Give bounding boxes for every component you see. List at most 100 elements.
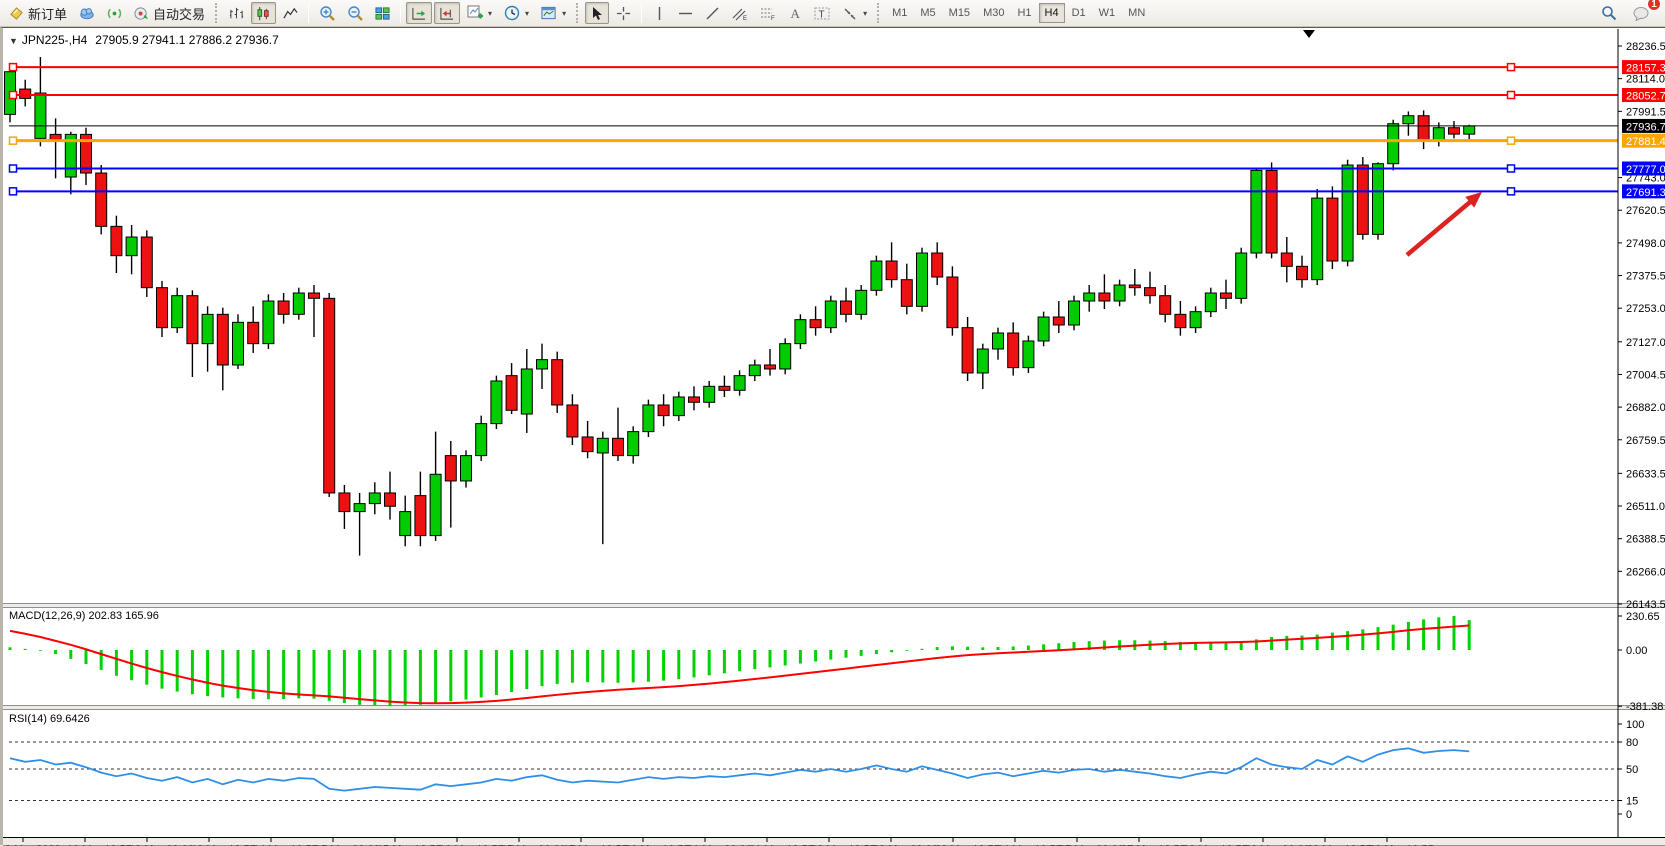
candle-bearish[interactable]	[1099, 293, 1110, 301]
candle-bullish[interactable]	[1373, 164, 1384, 235]
candle-bearish[interactable]	[50, 134, 61, 139]
candle-bullish[interactable]	[521, 369, 532, 414]
tile-windows-button[interactable]	[370, 2, 395, 24]
candle-bullish[interactable]	[1342, 165, 1353, 261]
line-anchor[interactable]	[1508, 165, 1515, 172]
candle-bullish[interactable]	[461, 456, 472, 481]
signals-button[interactable]	[102, 2, 127, 24]
text-tool[interactable]: A	[783, 2, 807, 24]
candle-bullish[interactable]	[628, 432, 639, 456]
candle-bullish[interactable]	[263, 301, 274, 344]
chart-canvas[interactable]: 28236.528114.027991.527743.027620.527498…	[3, 28, 1665, 846]
autotrading-button[interactable]: 自动交易	[129, 2, 210, 24]
candle-bearish[interactable]	[1297, 266, 1308, 279]
candle-bullish[interactable]	[1236, 253, 1247, 298]
candle-bullish[interactable]	[856, 290, 867, 314]
templates-button[interactable]: ▾	[536, 2, 571, 24]
candle-bullish[interactable]	[993, 333, 1004, 349]
candle-bullish[interactable]	[537, 360, 548, 369]
candle-bearish[interactable]	[1008, 333, 1019, 368]
candle-bullish[interactable]	[476, 424, 487, 456]
candle-bearish[interactable]	[20, 89, 31, 98]
line-anchor[interactable]	[10, 188, 17, 195]
candle-bearish[interactable]	[947, 277, 958, 328]
horizontal-line-tool[interactable]	[673, 2, 698, 24]
candle-bearish[interactable]	[1175, 314, 1186, 327]
line-anchor[interactable]	[1508, 92, 1515, 99]
timeframe-H1[interactable]: H1	[1011, 3, 1037, 23]
candle-bullish[interactable]	[126, 237, 137, 256]
candle-bearish[interactable]	[1266, 170, 1277, 253]
candle-bearish[interactable]	[309, 293, 320, 298]
candle-bullish[interactable]	[293, 293, 304, 314]
candle-bearish[interactable]	[1357, 165, 1368, 234]
line-anchor[interactable]	[1508, 188, 1515, 195]
candle-bearish[interactable]	[445, 456, 456, 481]
line-anchor[interactable]	[1508, 137, 1515, 144]
line-anchor[interactable]	[10, 92, 17, 99]
zoom-out-button[interactable]	[342, 2, 368, 24]
line-anchor[interactable]	[1508, 64, 1515, 71]
timeframe-H4[interactable]: H4	[1039, 3, 1065, 23]
candle-bullish[interactable]	[734, 376, 745, 391]
timeframe-M15[interactable]: M15	[943, 3, 976, 23]
candle-bearish[interactable]	[719, 386, 730, 390]
bar-chart-mode-button[interactable]	[224, 2, 249, 24]
candle-bearish[interactable]	[1160, 296, 1171, 315]
arrows-tool[interactable]: ▾	[837, 2, 872, 24]
candle-bearish[interactable]	[141, 237, 152, 288]
candle-bearish[interactable]	[613, 438, 624, 455]
candle-bullish[interactable]	[977, 349, 988, 373]
candle-bullish[interactable]	[1038, 317, 1049, 341]
candle-bullish[interactable]	[1190, 312, 1201, 328]
equidistant-channel-tool[interactable]: E	[727, 2, 753, 24]
candle-bearish[interactable]	[278, 301, 289, 314]
candle-bearish[interactable]	[324, 298, 335, 493]
candle-bullish[interactable]	[172, 296, 183, 328]
fibonacci-tool[interactable]: F	[755, 2, 781, 24]
candle-bearish[interactable]	[187, 296, 198, 344]
candle-bullish[interactable]	[673, 397, 684, 416]
candle-bullish[interactable]	[1433, 128, 1444, 141]
candle-bullish[interactable]	[400, 512, 411, 536]
notifications-button[interactable]: 1	[1628, 2, 1655, 24]
candle-bearish[interactable]	[841, 301, 852, 314]
candle-bullish[interactable]	[704, 386, 715, 402]
candle-bearish[interactable]	[157, 288, 168, 328]
candle-bullish[interactable]	[1205, 293, 1216, 312]
candle-bearish[interactable]	[248, 322, 259, 343]
candle-bearish[interactable]	[1449, 128, 1460, 134]
candle-bullish[interactable]	[1114, 285, 1125, 301]
add-indicator-button[interactable]: ▾	[462, 2, 497, 24]
text-label-tool[interactable]: T	[809, 2, 835, 24]
candle-bullish[interactable]	[202, 314, 213, 343]
candle-bearish[interactable]	[552, 360, 563, 405]
candle-bearish[interactable]	[765, 365, 776, 369]
autoscroll-button[interactable]	[406, 2, 432, 24]
candle-bearish[interactable]	[932, 253, 943, 277]
candle-bearish[interactable]	[1281, 253, 1292, 266]
trend-arrow-annotation[interactable]	[1407, 196, 1477, 255]
candle-bullish[interactable]	[1403, 116, 1414, 124]
candle-bullish[interactable]	[354, 504, 365, 512]
candle-bearish[interactable]	[1129, 285, 1140, 288]
candle-bearish[interactable]	[96, 173, 107, 226]
line-chart-mode-button[interactable]	[278, 2, 303, 24]
candle-bullish[interactable]	[795, 320, 806, 344]
candle-bearish[interactable]	[506, 376, 517, 411]
candle-bearish[interactable]	[1145, 288, 1156, 296]
periods-button[interactable]: ▾	[499, 2, 534, 24]
candle-bullish[interactable]	[1251, 170, 1262, 253]
candle-bearish[interactable]	[962, 328, 973, 373]
candle-bearish[interactable]	[1221, 293, 1232, 298]
trendline-tool[interactable]	[700, 2, 725, 24]
candle-bullish[interactable]	[917, 253, 928, 306]
candle-bearish[interactable]	[415, 496, 426, 536]
line-anchor[interactable]	[10, 165, 17, 172]
candle-bullish[interactable]	[1084, 293, 1095, 301]
line-anchor[interactable]	[10, 64, 17, 71]
candle-bullish[interactable]	[643, 405, 654, 432]
candle-bearish[interactable]	[901, 280, 912, 307]
timeframe-M5[interactable]: M5	[914, 3, 941, 23]
timeframe-D1[interactable]: D1	[1066, 3, 1092, 23]
